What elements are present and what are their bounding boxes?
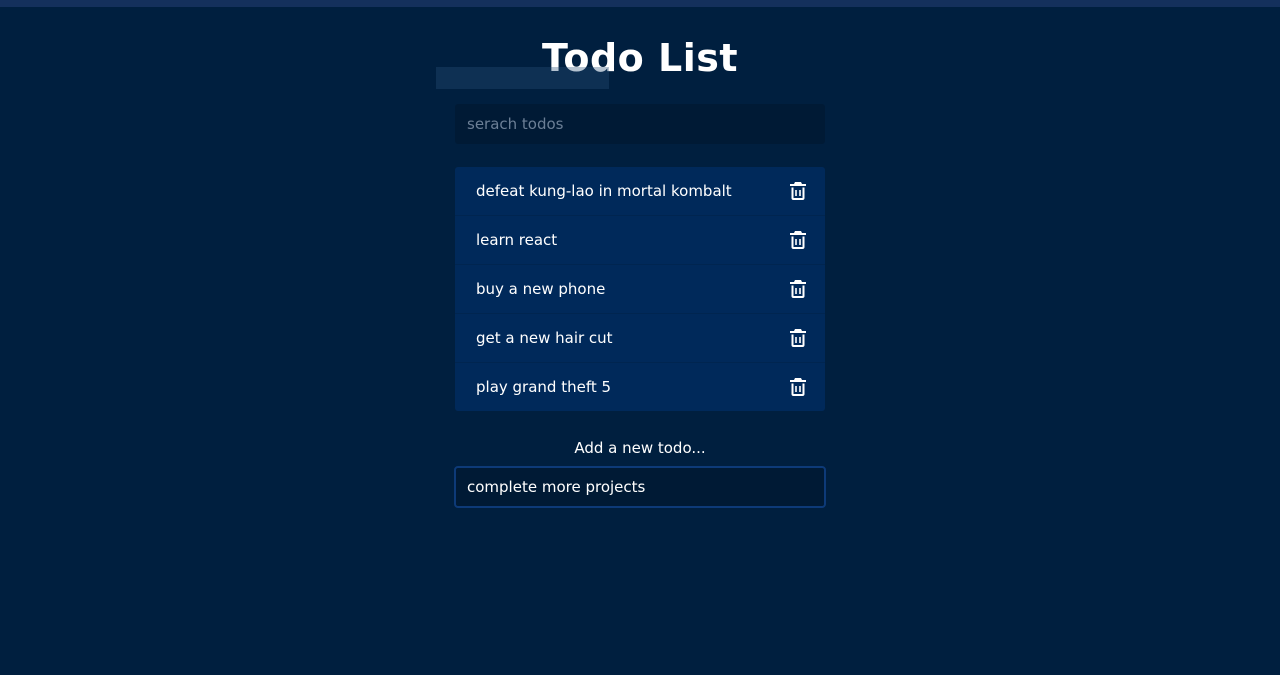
todo-list: defeat kung-lao in mortal kombalt learn …: [455, 167, 825, 411]
trash-icon[interactable]: [790, 378, 806, 396]
trash-icon[interactable]: [790, 280, 806, 298]
add-todo-label: Add a new todo...: [574, 439, 706, 457]
todo-item-text: learn react: [476, 231, 558, 249]
todo-item: get a new hair cut: [455, 314, 825, 363]
todo-item: play grand theft 5: [455, 363, 825, 411]
todo-item: defeat kung-lao in mortal kombalt: [455, 167, 825, 216]
todo-item: buy a new phone: [455, 265, 825, 314]
trash-icon[interactable]: [790, 329, 806, 347]
top-bar: [0, 0, 1280, 7]
todo-item-text: buy a new phone: [476, 280, 606, 298]
todo-item: learn react: [455, 216, 825, 265]
trash-icon[interactable]: [790, 182, 806, 200]
search-input[interactable]: [455, 104, 825, 144]
trash-icon[interactable]: [790, 231, 806, 249]
page-title: Todo List: [541, 36, 739, 80]
todo-item-text: get a new hair cut: [476, 329, 613, 347]
add-todo-input[interactable]: [454, 466, 826, 508]
todo-item-text: play grand theft 5: [476, 378, 612, 396]
todo-item-text: defeat kung-lao in mortal kombalt: [476, 182, 732, 200]
